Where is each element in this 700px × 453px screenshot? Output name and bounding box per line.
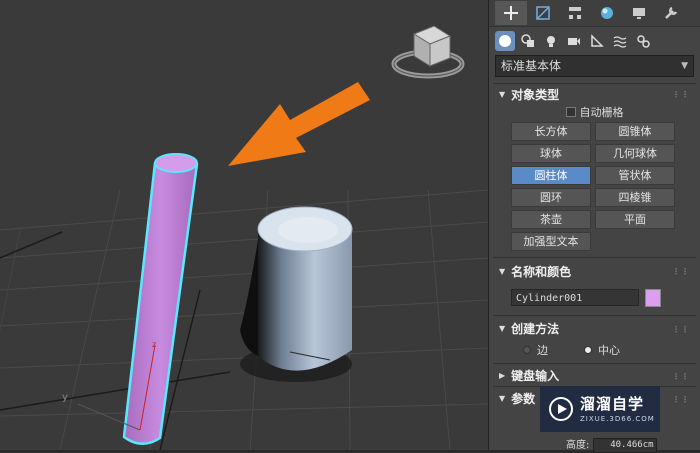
geosphere-button[interactable]: 几何球体 (595, 144, 675, 163)
grip-icon: ⋮⋮ (672, 267, 690, 276)
cameras-icon (568, 38, 580, 45)
category-bar (489, 27, 700, 55)
display-tab[interactable] (623, 1, 655, 25)
collapse-triangle-icon: ▼ (499, 324, 506, 333)
edge-label: 边 (537, 343, 548, 357)
modify-tab[interactable] (527, 1, 559, 25)
hierarchy-icon (569, 7, 581, 19)
object-name-field[interactable]: Cylinder001 (511, 289, 639, 306)
selected-cylinder: z y (62, 153, 199, 445)
helpers-icon (591, 34, 604, 47)
cameras-category[interactable] (564, 31, 584, 51)
lights-icon (547, 36, 555, 47)
perspective-viewport[interactable]: z y (0, 0, 488, 450)
dropdown-value: 标准基本体 (501, 59, 562, 73)
parameters-title: 参数 (511, 392, 536, 406)
keyboard-entry-title: 键盘输入 (511, 369, 560, 383)
keyboard-entry-rollout-header[interactable]: ▶ 键盘输入 ⋮⋮ (489, 366, 700, 386)
height-label: 高度: (566, 440, 590, 451)
divider (493, 314, 696, 316)
radio-off-icon (523, 345, 531, 354)
systems-icon (637, 35, 650, 48)
tube-button[interactable]: 管状体 (595, 166, 675, 185)
center-radio[interactable]: 中心 (584, 342, 620, 358)
teapot-button[interactable]: 茶壶 (511, 210, 591, 229)
checkbox-icon (565, 107, 576, 117)
hierarchy-tab[interactable] (559, 1, 591, 25)
grip-icon: ⋮⋮ (672, 324, 690, 334)
space-warps-icon (613, 36, 627, 48)
viewport-scene: z y (0, 25, 488, 450)
pyramid-button[interactable]: 四棱锥 (595, 188, 675, 207)
collapse-triangle-icon: ▼ (499, 394, 506, 403)
panel-tabbar (489, 0, 700, 27)
height-spinner[interactable]: 40.466cm (592, 437, 657, 453)
watermark-title: 溜溜自学 (580, 394, 645, 413)
helpers-category[interactable] (587, 31, 607, 51)
watermark: 溜溜自学 ZIXUE.3D66.COM (540, 386, 660, 432)
utilities-icon (665, 6, 678, 19)
chevron-down-icon: ▼ (681, 61, 688, 71)
radio-on-icon (584, 345, 592, 354)
collapse-triangle-icon: ▼ (499, 266, 506, 276)
shapes-icon (521, 34, 534, 47)
display-icon (633, 8, 645, 19)
object-type-buttons: 长方体 圆锥体 球体 几何球体 圆柱体 管状体 圆环 四棱锥 茶壶 平面 加强型… (489, 122, 700, 251)
autogrid-label: 自动栅格 (579, 106, 624, 119)
object-type-rollout-header[interactable]: ▼ 对象类型 ⋮⋮ (489, 84, 700, 104)
edge-radio[interactable]: 边 (523, 342, 548, 358)
geometry-icon (499, 35, 511, 47)
axis-y-label: y (62, 392, 68, 403)
orange-arrow-icon (228, 82, 370, 166)
name-color-rollout-header[interactable]: ▼ 名称和颜色 ⋮⋮ (489, 261, 700, 281)
lights-category[interactable] (541, 31, 561, 51)
collapse-triangle-icon: ▼ (499, 89, 506, 99)
creation-method-options: 边 中心 (489, 341, 700, 359)
grip-icon: ⋮⋮ (672, 394, 690, 404)
modify-icon (536, 6, 550, 20)
name-color-title: 名称和颜色 (511, 264, 572, 279)
axis-z-label: z (152, 340, 156, 349)
divider (493, 257, 696, 258)
systems-category[interactable] (633, 31, 653, 51)
create-icon (504, 6, 518, 20)
grey-cylinder (240, 206, 353, 382)
watermark-subtitle: ZIXUE.3D66.COM (580, 414, 655, 423)
motion-icon (601, 7, 613, 19)
primitive-type-dropdown[interactable]: 标准基本体 ▼ (495, 55, 694, 77)
shapes-category[interactable] (518, 31, 538, 51)
grip-icon: ⋮⋮ (672, 371, 690, 381)
height-param-row: 高度: 40.466cm (566, 436, 657, 453)
plane-button[interactable]: 平面 (595, 210, 675, 229)
divider (493, 362, 696, 364)
torus-button[interactable]: 圆环 (511, 188, 591, 207)
center-label: 中心 (598, 343, 620, 357)
object-color-swatch[interactable] (645, 288, 661, 307)
expand-triangle-icon: ▶ (499, 371, 506, 380)
motion-tab[interactable] (591, 1, 623, 25)
play-logo-icon (549, 397, 573, 421)
cylinder-button[interactable]: 圆柱体 (511, 166, 591, 185)
utilities-tab[interactable] (655, 1, 687, 25)
viewcube (391, 25, 465, 79)
autogrid-checkbox[interactable]: 自动栅格 (489, 104, 700, 120)
cone-button[interactable]: 圆锥体 (595, 122, 675, 141)
create-tab[interactable] (495, 1, 527, 25)
text-plus-button[interactable]: 加强型文本 (511, 232, 591, 251)
space-warps-category[interactable] (610, 31, 630, 51)
command-panel: 标准基本体 ▼ ▼ 对象类型 ⋮⋮ 自动栅格 长方体 圆锥体 球体 几何球体 圆… (488, 0, 700, 450)
object-type-title: 对象类型 (511, 87, 560, 102)
creation-method-rollout-header[interactable]: ▼ 创建方法 ⋮⋮ (489, 319, 700, 339)
sphere-button[interactable]: 球体 (511, 144, 591, 163)
grip-icon: ⋮⋮ (672, 90, 690, 99)
box-button[interactable]: 长方体 (511, 122, 591, 141)
geometry-category[interactable] (495, 31, 515, 51)
creation-method-title: 创建方法 (511, 322, 560, 336)
